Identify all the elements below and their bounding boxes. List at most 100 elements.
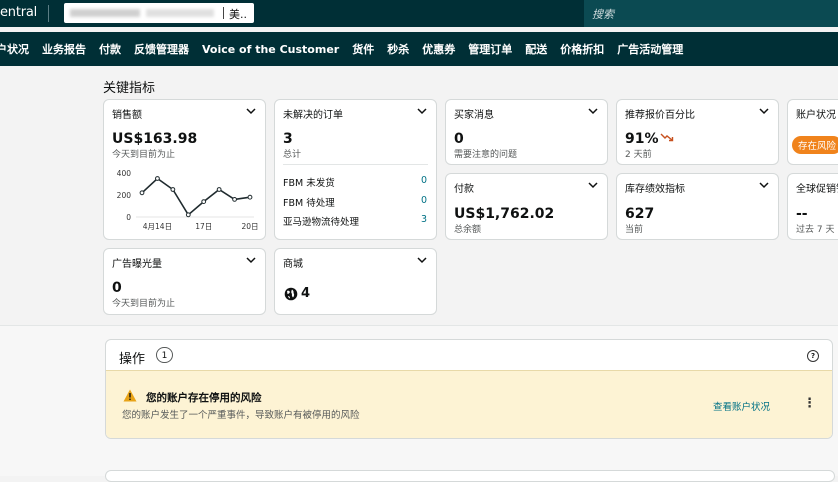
operations-count-badge: 1	[156, 347, 173, 363]
marketplace-label: 美..	[229, 8, 247, 21]
chevron-down-icon[interactable]	[245, 254, 257, 266]
card-title: 账户状况	[796, 110, 836, 121]
nav-item[interactable]: 广告活动管理	[617, 41, 683, 57]
ad-impressions-value: 0	[112, 280, 122, 296]
inventory-value: 627	[625, 206, 655, 222]
chevron-down-icon[interactable]	[587, 105, 599, 117]
payments-sub: 总余额	[454, 225, 482, 235]
marketplace-card[interactable]: 商城 4	[274, 248, 437, 315]
data-point[interactable]	[185, 212, 191, 218]
chevron-down-icon[interactable]	[416, 105, 428, 117]
store-selector[interactable]: 美..	[64, 3, 254, 23]
top-bar: entral 美.. 搜索	[0, 0, 838, 27]
operations-panel: 操作 1 ? 您的账户存在停用的风险 您的账户发生了一个严重事件，导致账户有被停…	[105, 339, 833, 439]
nav-item[interactable]: 管理订单	[468, 41, 512, 57]
ad-impressions-card[interactable]: 广告曝光量 0 今天到目前为止	[103, 248, 266, 315]
card-title: 买家消息	[454, 110, 494, 121]
messages-sub: 需要注意的问题	[454, 150, 518, 160]
nav-item[interactable]: 户状况	[0, 41, 29, 57]
card-title: 销售额	[112, 110, 142, 121]
search-placeholder: 搜索	[592, 8, 614, 21]
view-account-health-link[interactable]: 查看账户状况	[713, 399, 770, 413]
inventory-sub: 当前	[625, 225, 644, 235]
data-point[interactable]	[247, 194, 253, 200]
nav-item[interactable]: 反馈管理器	[134, 41, 189, 57]
card-title: 广告曝光量	[112, 259, 162, 270]
ad-impressions-sub: 今天到目前为止	[112, 299, 176, 309]
orders-sub: 总计	[283, 150, 302, 160]
redacted-text	[70, 9, 140, 17]
data-point[interactable]	[216, 187, 222, 192]
orders-row-value[interactable]: 0	[421, 195, 427, 206]
nav-item[interactable]: 价格折扣	[560, 41, 604, 57]
sales-card[interactable]: 销售额 US$163.98 今天到目前为止 400 200 0 4月14日 17日 20日	[103, 99, 266, 240]
global-promotions-card[interactable]: 全球促销销售 -- 过去 7 天	[787, 173, 838, 240]
messages-card[interactable]: 买家消息 0 需要注意的问题	[445, 99, 608, 165]
x-tick-label: 17日	[195, 222, 212, 231]
featured-offer-sub: 2 天前	[625, 150, 652, 160]
search-input[interactable]: 搜索	[584, 0, 838, 27]
y-tick-label: 0	[126, 213, 131, 222]
sales-line	[141, 177, 251, 217]
nav-item[interactable]: 货件	[352, 41, 374, 57]
data-point[interactable]	[170, 187, 176, 192]
alert-title: 您的账户存在停用的风险	[146, 392, 262, 404]
more-options-icon[interactable]: ⋮	[803, 397, 816, 410]
main-nav: 户状况 业务报告 付款 反馈管理器 Voice of the Customer 货件 秒杀优…	[0, 32, 838, 66]
orders-row-value[interactable]: 0	[421, 175, 427, 186]
card-title: 推荐报价百分比	[625, 110, 695, 121]
section-title: 关键指标	[103, 81, 156, 96]
store-divider	[223, 7, 224, 19]
x-tick-label: 20日	[241, 222, 258, 231]
alert-description: 您的账户发生了一个严重事件，导致账户有被停用的风险	[122, 410, 360, 421]
y-tick-label: 200	[117, 191, 132, 200]
orders-row-label: 亚马逊物流待处理	[283, 217, 360, 228]
inventory-card[interactable]: 库存绩效指标 627 当前	[616, 173, 779, 240]
card-title: 商城	[283, 259, 303, 270]
sales-sub: 今天到目前为止	[112, 150, 176, 160]
trend-down-icon	[660, 133, 674, 142]
orders-card[interactable]: 未解决的订单 3 总计 FBM 未发货 0 FBM 待处理 0 亚马逊物流待处理…	[274, 99, 437, 240]
data-point[interactable]	[232, 197, 237, 202]
data-point[interactable]	[155, 176, 160, 181]
chevron-down-icon[interactable]	[758, 179, 770, 191]
risk-alert: 您的账户存在停用的风险 您的账户发生了一个严重事件，导致账户有被停用的风险 查看…	[106, 370, 832, 438]
card-title: 库存绩效指标	[625, 184, 685, 195]
orders-row-label: FBM 未发货	[283, 178, 335, 189]
global-promotions-sub: 过去 7 天	[796, 225, 835, 235]
nav-item[interactable]: 配送	[525, 41, 547, 57]
operations-title: 操作	[119, 352, 146, 367]
account-health-card[interactable]: 账户状况 存在风险	[787, 99, 838, 165]
data-point[interactable]	[139, 190, 145, 196]
nav-item[interactable]: 秒杀	[387, 41, 409, 57]
status-badge: 存在风险	[792, 136, 838, 154]
nav-item[interactable]: 付款	[99, 41, 121, 57]
orders-row-value[interactable]: 3	[421, 214, 427, 225]
x-tick-label: 4月14日	[143, 222, 172, 231]
marketplace-count: 4	[301, 286, 311, 301]
globe-icon	[284, 287, 298, 301]
featured-offer-value: 91%	[625, 131, 659, 147]
divider	[283, 164, 428, 165]
nav-item[interactable]: 业务报告	[42, 41, 86, 57]
nav-item[interactable]: Voice of the Customer	[202, 43, 339, 56]
data-point[interactable]	[201, 199, 207, 204]
orders-row-label: FBM 待处理	[283, 198, 335, 209]
nav-item[interactable]: 优惠券	[422, 41, 455, 57]
redacted-text	[146, 9, 214, 17]
chevron-down-icon[interactable]	[245, 105, 257, 117]
chevron-down-icon[interactable]	[416, 254, 428, 266]
sales-value: US$163.98	[112, 131, 198, 147]
chevron-down-icon[interactable]	[587, 179, 599, 191]
y-tick-label: 400	[117, 169, 132, 178]
next-card	[105, 470, 835, 482]
card-title: 付款	[454, 184, 474, 195]
featured-offer-card[interactable]: 推荐报价百分比 91% 2 天前	[616, 99, 779, 165]
brand-logo[interactable]: entral	[0, 5, 37, 20]
card-title: 全球促销销售	[796, 184, 838, 195]
help-icon[interactable]: ?	[807, 350, 819, 362]
payments-card[interactable]: 付款 US$1,762.02 总余额	[445, 173, 608, 240]
chevron-down-icon[interactable]	[758, 105, 770, 117]
global-promotions-value: --	[796, 206, 808, 222]
card-title: 未解决的订单	[283, 110, 343, 121]
